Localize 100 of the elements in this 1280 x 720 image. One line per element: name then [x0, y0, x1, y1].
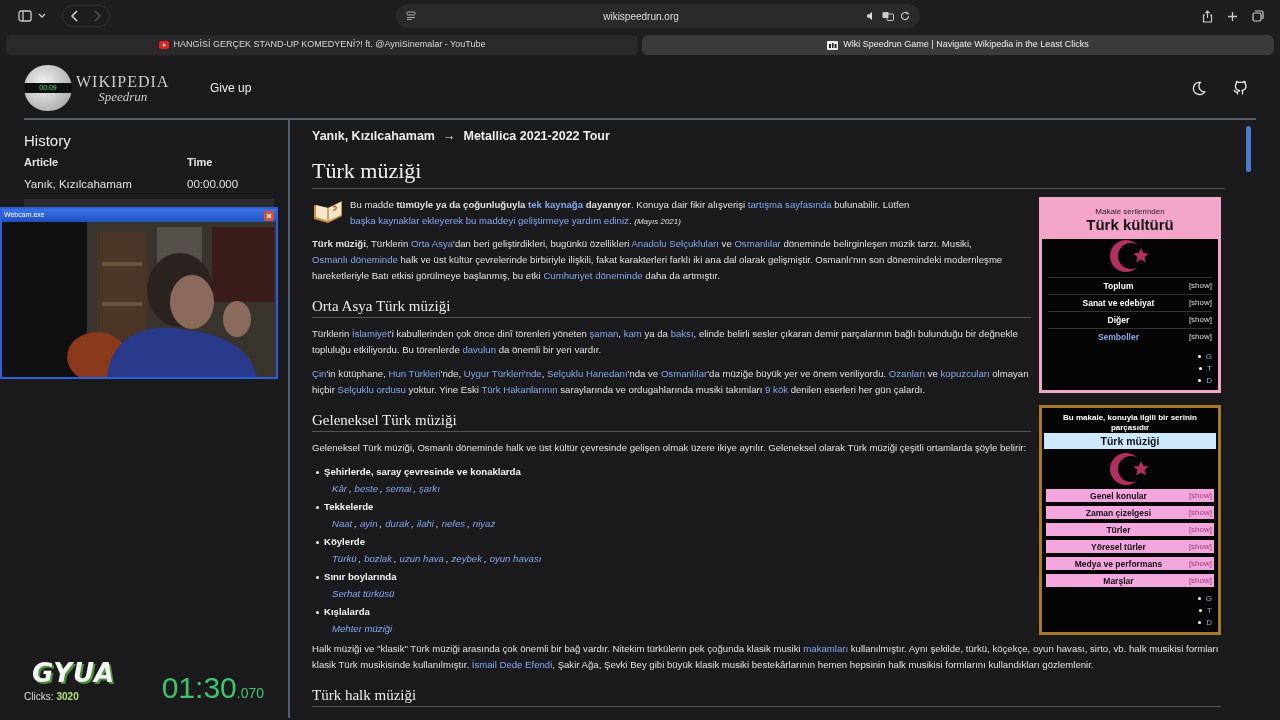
link[interactable]: Osmanlılar	[734, 238, 781, 249]
link[interactable]: ayin	[359, 518, 378, 529]
link[interactable]: Naat	[332, 518, 353, 529]
link[interactable]: Semboller	[1048, 329, 1189, 345]
collapsible-row[interactable]: Medya ve performans [show]	[1046, 557, 1214, 570]
sidebar-icon	[18, 10, 32, 22]
link[interactable]: Mehter müziği	[332, 623, 393, 634]
comma: ,	[380, 483, 383, 494]
link[interactable]: Uygur Türkleri'nde	[463, 368, 542, 379]
link[interactable]: baksı	[670, 328, 694, 339]
link[interactable]: Osmanlı döneminde	[312, 254, 398, 265]
column-header: Time	[187, 155, 213, 171]
link[interactable]: 9 kök	[765, 384, 789, 395]
link[interactable]: tartışma sayfasında	[747, 199, 832, 210]
infobox-title: Türk müziği	[1044, 433, 1216, 449]
new-tab-icon[interactable]	[1227, 10, 1238, 22]
link[interactable]: başka kaynaklar ekleyerek bu maddeyi geliştirmeye yardım ediniz	[350, 215, 629, 226]
browser-tab[interactable]: Wiki Speedrun Game | Navigate Wikipedia in the Least Clicks	[642, 35, 1274, 55]
link[interactable]: niyaz	[472, 518, 496, 529]
list-term: Kışlalarda	[324, 605, 370, 619]
give-up-link[interactable]: Give up	[210, 79, 252, 97]
link[interactable]: nefes	[441, 518, 466, 529]
nav-link[interactable]: T	[1199, 363, 1212, 374]
share-icon[interactable]	[1202, 9, 1213, 23]
link[interactable]: oyun havası	[489, 553, 542, 564]
paragraph: Türklerin İslamiyet'i kabullerinden çok önce dinî törenleri yöneten şaman, kam ya da baksı, elinde belirli sesler çıkaran demir parçalarının bağlı bulunduğu bir değnekle topluluğu etkiliyordu. Bu törenlerde davulun da önemli bir yeri vardır.	[312, 327, 1019, 357]
comma: ,	[411, 518, 414, 529]
clicks-count: 3020	[56, 690, 79, 704]
collapsible-row[interactable]: Zaman çizelgesi [show]	[1046, 506, 1214, 519]
show-toggle[interactable]: [show]	[1188, 521, 1212, 538]
nav-link[interactable]: G	[1197, 351, 1212, 362]
comma: ,	[379, 518, 383, 529]
paragraph: Geleneksel Türk müziği, Osmanlı döneminde halk ve üst kültür çevresinde gelişen olmak üzere ikiye ayrılır. Geleneksel olarak Türk müziği çeşitli ortamlarda şöyle belirir:	[312, 441, 1028, 455]
row-label: Sanat ve edebiyat	[1081, 297, 1156, 310]
link[interactable]: Türk Hakanlarının	[481, 384, 558, 395]
collapsible-row[interactable]: Türler [show]	[1046, 523, 1214, 536]
nav-link[interactable]: G	[1197, 593, 1212, 604]
table-cell-text: 00:00.000	[187, 176, 239, 192]
link[interactable]: Hun Türkleri	[388, 368, 441, 379]
browser-tab[interactable]: HANGİSİ GERÇEK STAND-UP KOMEDYENİ?! ft. @AyniSinemalar - YouTube	[6, 35, 638, 55]
show-toggle[interactable]: [show]	[1188, 572, 1212, 589]
link[interactable]: Ozanları	[888, 368, 926, 379]
link[interactable]: Kâr	[332, 483, 347, 494]
bullet	[316, 540, 319, 544]
notice-text: Bu madde tümüyle ya da çoğunluğuyla tek kaynağa dayanıyor. Konuya dair fikir alışverişi tartışma sayfasında bulunabilir. Lütfen başka kaynaklar ekleyerek bu maddeyi geliştirmeye yardım ediniz. (Mayıs 2021)	[350, 198, 911, 228]
link[interactable]: durak	[385, 518, 410, 529]
show-toggle[interactable]: [show]	[1188, 278, 1212, 294]
translate-icon[interactable]	[882, 11, 894, 21]
link[interactable]: beste	[354, 483, 379, 494]
back-icon[interactable]	[71, 10, 79, 22]
link[interactable]: makamları	[803, 643, 849, 654]
infobox-caption: Bu makale, konuyla ilgili bir serinin parçasıdır	[1062, 413, 1198, 433]
show-toggle[interactable]: [show]	[1188, 538, 1212, 555]
nav-link[interactable]: D	[1198, 375, 1212, 386]
link[interactable]: Anadolu Selçukluları	[631, 238, 719, 249]
comma: ,	[413, 483, 417, 494]
article-title: Türk müziği	[312, 154, 1225, 189]
link[interactable]: şarkı	[419, 483, 440, 494]
link[interactable]: bozlak	[364, 553, 392, 564]
link[interactable]: ilahi	[416, 518, 434, 529]
reload-icon[interactable]	[900, 11, 910, 21]
collapsible-row[interactable]: Marşlar [show]	[1046, 574, 1214, 587]
link[interactable]: Serhat türküsü	[332, 588, 395, 599]
link[interactable]: İslamiyet	[352, 328, 390, 339]
link[interactable]: Türkü	[332, 553, 357, 564]
github-icon[interactable]	[1232, 80, 1248, 96]
link[interactable]: semai	[385, 483, 412, 494]
address-bar[interactable]: wikispeedrun.org	[396, 4, 920, 28]
link[interactable]: tek kaynağa	[528, 199, 584, 210]
show-toggle[interactable]: [show]	[1188, 504, 1212, 521]
show-toggle[interactable]: [show]	[1188, 295, 1212, 311]
comma: ,	[358, 553, 362, 564]
scrollbar-thumb[interactable]	[1246, 126, 1251, 172]
link[interactable]: zeybek	[451, 553, 482, 564]
show-toggle[interactable]: [show]	[1188, 312, 1212, 328]
close-icon[interactable]	[264, 210, 274, 221]
link[interactable]: Orta Asya	[411, 238, 454, 249]
comma: ,	[393, 553, 397, 564]
moon-icon[interactable]	[1191, 80, 1206, 96]
nav-link[interactable]: D	[1198, 617, 1212, 628]
comma: ,	[467, 518, 470, 529]
link[interactable]: davulun	[462, 344, 496, 355]
clicks-label: Clicks:	[24, 690, 54, 704]
link[interactable]: kopuzcuları	[940, 368, 990, 379]
link[interactable]: Selçuklu Hanedanı	[547, 368, 628, 379]
show-toggle[interactable]: [show]	[1188, 555, 1212, 572]
collapsible-row[interactable]: Genel konular [show]	[1046, 489, 1214, 502]
link[interactable]: uzun hava	[399, 553, 444, 564]
tab-overview-icon[interactable]	[1252, 10, 1264, 22]
nav-link[interactable]: T	[1199, 605, 1212, 616]
show-toggle[interactable]: [show]	[1188, 487, 1212, 504]
show-toggle[interactable]: [show]	[1188, 329, 1212, 345]
collapsible-row[interactable]: Yöresel türler [show]	[1046, 540, 1214, 553]
logo-subtitle: Speedrun	[98, 89, 148, 103]
link[interactable]: Cumhuriyet döneminde	[543, 270, 643, 281]
breadcrumb-item: Yanık, Kızılcahamam	[312, 127, 435, 145]
chevron-down-icon	[38, 13, 46, 19]
link[interactable]: Selçuklu ordusu	[337, 384, 406, 395]
link[interactable]: Osmanlılar	[660, 368, 708, 379]
link[interactable]: kam	[623, 328, 642, 339]
